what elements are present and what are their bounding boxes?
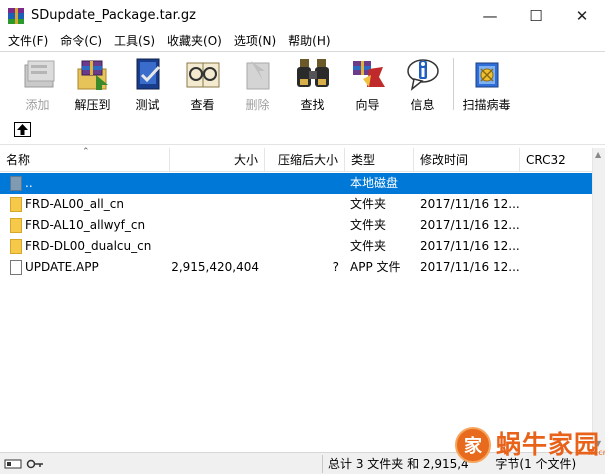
menu-tools[interactable]: 工具(S) <box>108 31 161 51</box>
table-row[interactable]: FRD-DL00_dualcu_cn 文件夹 2017/11/16 12... <box>0 236 592 257</box>
folder-icon <box>10 218 22 233</box>
menu-file[interactable]: 文件(F) <box>2 31 54 51</box>
add-label: 添加 <box>25 98 50 112</box>
scroll-down-icon[interactable]: ▼ <box>595 439 601 448</box>
table-row[interactable]: UPDATE.APP 2,915,420,404 ? APP 文件 2017/1… <box>0 257 592 278</box>
virus-scan-icon <box>468 56 506 92</box>
scroll-up-icon[interactable]: ▲ <box>595 150 601 159</box>
table-row[interactable]: FRD-AL00_all_cn 文件夹 2017/11/16 12... <box>0 194 592 215</box>
file-name: FRD-DL00_dualcu_cn <box>25 239 152 253</box>
file-name: FRD-AL10_allwyf_cn <box>25 218 146 232</box>
file-icon <box>10 260 22 275</box>
test-button[interactable]: 测试 <box>120 56 175 114</box>
folder-icon <box>10 239 22 254</box>
add-button[interactable]: 添加 <box>10 56 65 114</box>
view-button[interactable]: 查看 <box>175 56 230 114</box>
vertical-scrollbar[interactable]: ▲ ▼ <box>592 148 605 450</box>
table-row[interactable]: .. 本地磁盘 <box>0 173 592 194</box>
status-divider <box>322 455 323 473</box>
menu-options[interactable]: 选项(N) <box>228 31 282 51</box>
file-packed-size: ? <box>332 260 339 274</box>
up-folder-button[interactable] <box>14 122 31 137</box>
info-button[interactable]: 信息 <box>395 56 450 114</box>
info-icon <box>404 56 442 92</box>
menu-commands[interactable]: 命令(C) <box>54 31 108 51</box>
title-bar: SDupdate_Package.tar.gz — ☐ ✕ <box>0 0 605 31</box>
minimize-button[interactable]: — <box>467 0 513 31</box>
test-label: 测试 <box>135 98 160 112</box>
file-name: FRD-AL00_all_cn <box>25 197 124 211</box>
column-crc-header[interactable]: CRC32 <box>520 148 592 172</box>
file-modified: 2017/11/16 12... <box>420 260 520 274</box>
window-title: SDupdate_Package.tar.gz <box>31 8 197 23</box>
add-archive-icon <box>19 56 57 92</box>
info-label: 信息 <box>410 98 435 112</box>
column-name-header[interactable]: ⌃ 名称 <box>0 147 170 172</box>
sort-ascending-icon: ⌃ <box>82 147 90 157</box>
find-label: 查找 <box>300 98 325 112</box>
maximize-button[interactable]: ☐ <box>513 0 559 31</box>
column-packed-header[interactable]: 压缩后大小 <box>265 148 345 172</box>
test-icon <box>129 56 167 92</box>
file-list: ⌃ 名称 大小 压缩后大小 类型 修改时间 CRC32 .. 本地磁盘 FRD-… <box>0 147 605 450</box>
file-type: 文件夹 <box>350 197 387 211</box>
file-name: UPDATE.APP <box>25 260 99 274</box>
view-label: 查看 <box>190 98 215 112</box>
status-icons <box>4 457 44 471</box>
wizard-icon <box>349 56 387 92</box>
file-list-header: ⌃ 名称 大小 压缩后大小 类型 修改时间 CRC32 <box>0 147 592 172</box>
view-icon <box>184 56 222 92</box>
find-button[interactable]: 查找 <box>285 56 340 114</box>
column-modified-header[interactable]: 修改时间 <box>414 148 520 172</box>
file-type: APP 文件 <box>350 260 401 274</box>
parent-folder-icon <box>10 176 22 191</box>
delete-label: 删除 <box>245 98 270 112</box>
winrar-app-icon <box>8 7 24 24</box>
toolbar-divider <box>453 58 454 110</box>
virus-scan-button[interactable]: 扫描病毒 <box>459 56 514 114</box>
file-modified: 2017/11/16 12... <box>420 239 520 253</box>
file-type: 文件夹 <box>350 218 387 232</box>
up-arrow-icon <box>17 124 28 135</box>
table-row[interactable]: FRD-AL10_allwyf_cn 文件夹 2017/11/16 12... <box>0 215 592 236</box>
menu-help[interactable]: 帮助(H) <box>282 31 336 51</box>
extract-to-label: 解压到 <box>74 98 111 112</box>
wizard-button[interactable]: 向导 <box>340 56 395 114</box>
file-type: 文件夹 <box>350 239 387 253</box>
column-name-label: 名称 <box>6 153 31 167</box>
column-type-header[interactable]: 类型 <box>345 148 414 172</box>
delete-icon <box>239 56 277 92</box>
status-bar: 总计 3 文件夹 和 2,915,4 字节(1 个文件) <box>0 452 605 474</box>
column-size-header[interactable]: 大小 <box>170 148 265 172</box>
file-modified: 2017/11/16 12... <box>420 218 520 232</box>
folder-icon <box>10 197 22 212</box>
file-modified: 2017/11/16 12... <box>420 197 520 211</box>
status-summary: 总计 3 文件夹 和 2,915,4 字节(1 个文件) <box>328 457 577 471</box>
menu-favorites[interactable]: 收藏夹(O) <box>161 31 228 51</box>
address-bar <box>0 115 605 145</box>
file-size: 2,915,420,404 <box>171 260 259 274</box>
wizard-label: 向导 <box>355 98 380 112</box>
drive-icon <box>4 459 22 469</box>
menu-bar: 文件(F) 命令(C) 工具(S) 收藏夹(O) 选项(N) 帮助(H) <box>0 31 605 51</box>
extract-to-icon <box>74 56 112 92</box>
delete-button[interactable]: 删除 <box>230 56 285 114</box>
toolbar: 添加 解压到 测试 查看 删除 查找 向导 信息 扫描病毒 <box>0 51 605 115</box>
close-button[interactable]: ✕ <box>559 0 605 31</box>
file-type: 本地磁盘 <box>350 176 399 190</box>
find-binoculars-icon <box>294 56 332 92</box>
extract-to-button[interactable]: 解压到 <box>65 56 120 114</box>
virus-scan-label: 扫描病毒 <box>462 98 511 112</box>
file-name: .. <box>25 176 33 190</box>
key-icon <box>26 459 43 469</box>
